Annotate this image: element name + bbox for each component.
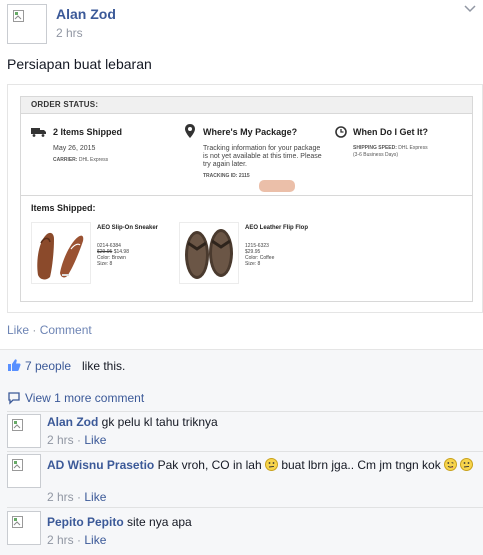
emoji-tongue-icon: [444, 458, 458, 471]
commenter-avatar-2[interactable]: [7, 454, 41, 488]
comment-text-3: Pepito Pepito site nya apa: [47, 515, 192, 529]
actions-separator: ·: [32, 323, 37, 337]
tracking-info-line1: Tracking information for your package: [203, 145, 321, 152]
shipping-speed-days: (3-6 Business Days): [353, 152, 399, 158]
post-timestamp[interactable]: 2 hrs: [56, 26, 83, 40]
comment-body-3: site nya apa: [127, 515, 192, 529]
commenter-avatar-3[interactable]: [7, 511, 41, 545]
likes-bar: 7 people like this.: [0, 349, 483, 381]
when-get-it-title: When Do I Get It?: [353, 127, 428, 137]
comment-divider: [7, 411, 483, 412]
product-size-1: Size: 8: [97, 261, 113, 267]
comment-text-2: AD Wisnu Prasetio Pak vroh, CO in lah bu…: [47, 457, 477, 473]
shipping-speed-label: SHIPPING SPEED:: [353, 145, 397, 151]
broken-image-icon: [12, 459, 23, 471]
redacted-tracking-number: [259, 180, 295, 192]
commenter-avatar-1[interactable]: [7, 414, 41, 448]
comment-like-1[interactable]: Like: [84, 433, 106, 447]
comment-divider: [7, 451, 483, 452]
comment-like-2[interactable]: Like: [84, 490, 106, 504]
location-pin-icon: [185, 124, 195, 138]
order-divider: [21, 195, 472, 196]
product-image-sneaker: [31, 222, 91, 284]
truck-icon: [31, 128, 46, 137]
comment-divider: [7, 507, 483, 508]
order-status-header: ORDER STATUS:: [21, 97, 472, 114]
shipping-speed-value: DHL Express: [398, 145, 428, 151]
comment-body-1: gk pelu kl tahu triknya: [101, 415, 218, 429]
comment-text-1: Alan Zod gk pelu kl tahu triknya: [47, 415, 218, 429]
author-avatar[interactable]: [7, 4, 47, 44]
product-image-flipflop: [179, 222, 239, 284]
carrier-value: DHL Express: [78, 157, 109, 163]
post-author-name[interactable]: Alan Zod: [56, 6, 116, 22]
product-size-2: Size: 8: [245, 261, 261, 267]
post-text: Persiapan buat lebaran: [7, 56, 152, 72]
product-name-1: AEO Slip-On Sneaker: [97, 225, 159, 231]
commenter-name-1[interactable]: Alan Zod: [47, 415, 98, 429]
likes-text: like this.: [82, 359, 126, 373]
carrier-label: CARRIER:: [53, 157, 78, 163]
where-package-title: Where's My Package?: [203, 127, 298, 137]
comment-time-2[interactable]: 2 hrs: [47, 490, 74, 504]
commenter-name-3[interactable]: Pepito Pepito: [47, 515, 124, 529]
comment-meta-3: 2 hrs · Like: [47, 533, 107, 547]
items-shipped-title: 2 Items Shipped: [53, 127, 123, 137]
clock-icon: [335, 126, 347, 138]
emoji-unsure-icon: [460, 458, 474, 471]
view-more-comments-link[interactable]: View 1 more comment: [25, 391, 144, 405]
tracking-info-line2: is not yet available at this time. Pleas…: [203, 153, 322, 160]
shipping-speed-line: SHIPPING SPEED: DHL Express: [353, 145, 428, 151]
likes-count-link[interactable]: 7 people: [25, 359, 71, 373]
broken-image-icon: [12, 516, 23, 528]
post-header: Alan Zod 2 hrs: [0, 0, 483, 48]
chevron-down-icon[interactable]: [463, 4, 477, 14]
comments-section: View 1 more comment Alan Zod gk pelu kl …: [0, 381, 483, 555]
comment-like-3[interactable]: Like: [84, 533, 106, 547]
post-photo[interactable]: ORDER STATUS: 2 Items Shipped May 26, 20…: [7, 84, 483, 313]
thumbs-up-icon: [8, 359, 21, 371]
tracking-id: TRACKING ID: 2115: [203, 173, 250, 179]
order-status-label: ORDER STATUS:: [31, 100, 99, 109]
commenter-name-2[interactable]: AD Wisnu Prasetio: [47, 458, 154, 472]
comment-meta-1: 2 hrs · Like: [47, 433, 107, 447]
comment-link[interactable]: Comment: [40, 323, 92, 337]
broken-image-icon: [12, 419, 23, 431]
carrier-line: CARRIER: DHL Express: [53, 157, 108, 163]
comment-body-2a: Pak vroh, CO in lah: [157, 458, 262, 472]
comment-time-3[interactable]: 2 hrs: [47, 533, 74, 547]
product-name-2: AEO Leather Flip Flop: [245, 225, 309, 231]
emoji-unsure-icon: [264, 458, 278, 471]
ship-date: May 26, 2015: [53, 145, 96, 152]
order-status-panel: ORDER STATUS: 2 Items Shipped May 26, 20…: [20, 96, 473, 302]
post-actions: Like · Comment: [7, 323, 92, 337]
comment-bubble-icon: [8, 392, 20, 405]
comment-time-1[interactable]: 2 hrs: [47, 433, 74, 447]
items-shipped-heading: Items Shipped:: [31, 203, 96, 213]
tracking-info-line3: try again later.: [203, 161, 247, 168]
comment-body-2b: buat lbrn jga.. Cm jm tngn kok: [281, 458, 441, 472]
like-link[interactable]: Like: [7, 323, 29, 337]
comment-meta-2: 2 hrs · Like: [47, 490, 107, 504]
broken-image-icon: [13, 10, 24, 22]
